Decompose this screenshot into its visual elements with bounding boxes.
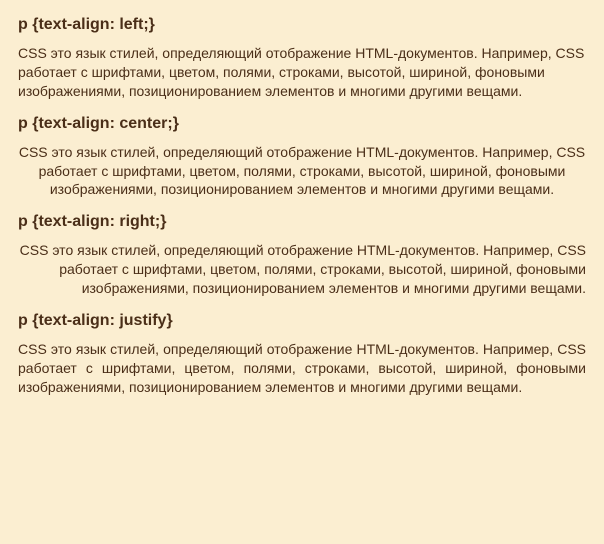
code-heading-justify: p {text-align: justify} — [18, 312, 586, 330]
code-heading-center: p {text-align: center;} — [18, 115, 586, 133]
example-paragraph-right: CSS это язык стилей, определяющий отобра… — [18, 241, 586, 298]
example-paragraph-left: CSS это язык стилей, определяющий отобра… — [18, 44, 586, 101]
code-heading-left: p {text-align: left;} — [18, 16, 586, 34]
code-heading-right: p {text-align: right;} — [18, 213, 586, 231]
example-paragraph-justify: CSS это язык стилей, определяющий отобра… — [18, 340, 586, 397]
example-paragraph-center: CSS это язык стилей, определяющий отобра… — [18, 143, 586, 200]
